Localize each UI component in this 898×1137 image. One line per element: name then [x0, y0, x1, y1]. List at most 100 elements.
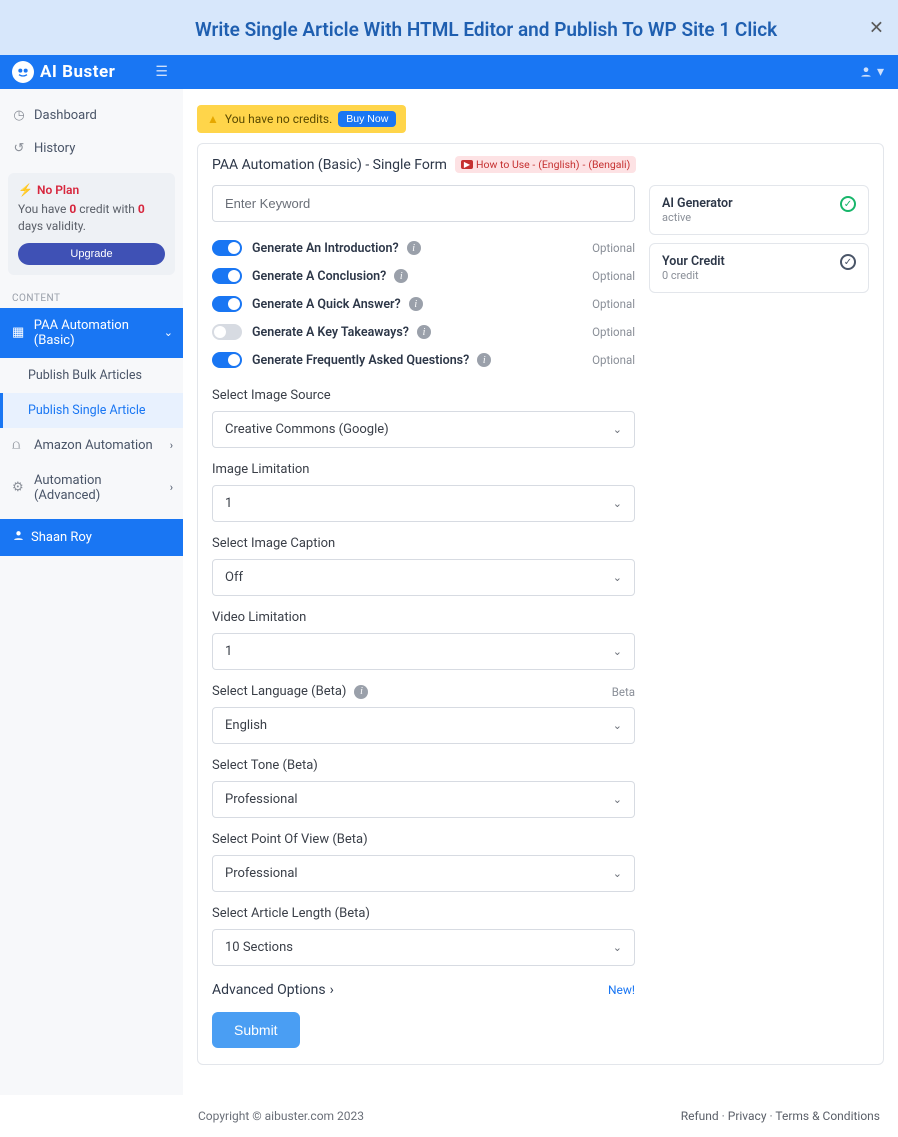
optional-label: Optional: [592, 241, 635, 255]
chevron-down-icon: ⌄: [164, 326, 173, 339]
nav-amazon-automation[interactable]: ⩍ Amazon Automation ›: [0, 428, 183, 463]
select-image-source[interactable]: Creative Commons (Google) ⌄: [212, 411, 635, 448]
sidebar: ◷ Dashboard ↺ History ⚡ No Plan You have…: [0, 89, 183, 1095]
info-icon[interactable]: i: [354, 685, 368, 699]
user-name: Shaan Roy: [31, 530, 92, 545]
submit-button[interactable]: Submit: [212, 1012, 300, 1048]
chevron-right-icon: ›: [170, 481, 173, 494]
footer: Copyright © aibuster.com 2023 Refund · P…: [0, 1095, 898, 1137]
link-refund[interactable]: Refund: [681, 1109, 719, 1123]
caret-down-icon: ▾: [877, 64, 884, 80]
sidebar-item-history[interactable]: ↺ History: [0, 132, 183, 165]
topbar: AI Buster ☰ ▾: [0, 55, 898, 89]
label-image-limit: Image Limitation: [212, 462, 635, 477]
clock-icon: ✓: [840, 254, 856, 270]
gear-icon: ⚙: [12, 480, 26, 495]
info-icon[interactable]: i: [409, 297, 423, 311]
card-title: PAA Automation (Basic) - Single Form: [212, 157, 447, 173]
label-image-source: Select Image Source: [212, 388, 635, 403]
main-content: ▲ You have no credits. Buy Now PAA Autom…: [183, 89, 898, 1095]
nav-paa-automation[interactable]: ▦ PAA Automation (Basic) ⌄: [0, 308, 183, 358]
label-tone: Select Tone (Beta): [212, 758, 635, 773]
label-image-caption: Select Image Caption: [212, 536, 635, 551]
sidebar-item-dashboard[interactable]: ◷ Dashboard: [0, 99, 183, 132]
advanced-options-toggle[interactable]: Advanced Options ›: [212, 982, 334, 998]
form-card: PAA Automation (Basic) - Single Form ▶ H…: [197, 143, 884, 1065]
chevron-down-icon: ⌄: [613, 867, 622, 880]
info-icon[interactable]: i: [394, 269, 408, 283]
info-icon[interactable]: i: [477, 353, 491, 367]
howto-badge[interactable]: ▶ How to Use - (English) - (Bengali): [455, 156, 636, 173]
keyword-input[interactable]: [212, 185, 635, 222]
toggle-conclusion[interactable]: [212, 268, 242, 284]
toggle-label: Generate A Key Takeaways?: [252, 325, 409, 340]
chevron-right-icon: ›: [170, 439, 173, 452]
bolt-icon: ⚡: [18, 183, 33, 197]
chevron-down-icon: ⌄: [613, 497, 622, 510]
select-article-length[interactable]: 10 Sections ⌄: [212, 929, 635, 966]
user-menu[interactable]: ▾: [859, 64, 884, 80]
chevron-down-icon: ⌄: [613, 571, 622, 584]
upgrade-button[interactable]: Upgrade: [18, 243, 165, 265]
amazon-icon: ⩍: [12, 438, 26, 453]
plan-box: ⚡ No Plan You have 0 credit with 0 days …: [8, 173, 175, 275]
status-sub: 0 credit: [662, 269, 725, 282]
sub-publish-bulk[interactable]: Publish Bulk Articles: [0, 358, 183, 393]
credit-alert: ▲ You have no credits. Buy Now: [197, 105, 406, 133]
nav-label: Amazon Automation: [34, 438, 153, 453]
link-terms[interactable]: Terms & Conditions: [775, 1109, 880, 1123]
toggle-intro[interactable]: [212, 240, 242, 256]
sidebar-user[interactable]: Shaan Roy: [0, 519, 183, 556]
status-ai-generator: AI Generator active ✓: [649, 185, 869, 235]
nav-label: Automation (Advanced): [34, 473, 171, 503]
close-icon[interactable]: ✕: [869, 17, 884, 38]
dashboard-icon: ◷: [12, 109, 26, 123]
promo-banner: Write Single Article With HTML Editor an…: [0, 0, 898, 55]
toggle-label: Generate An Introduction?: [252, 241, 399, 256]
banner-title: Write Single Article With HTML Editor an…: [195, 18, 882, 41]
select-image-caption[interactable]: Off ⌄: [212, 559, 635, 596]
sidebar-label: History: [34, 141, 75, 156]
info-icon[interactable]: i: [417, 325, 431, 339]
toggle-quick-answer[interactable]: [212, 296, 242, 312]
chevron-down-icon: ⌄: [613, 423, 622, 436]
select-video-limit[interactable]: 1 ⌄: [212, 633, 635, 670]
card-header: PAA Automation (Basic) - Single Form ▶ H…: [198, 144, 883, 185]
status-sub: active: [662, 211, 733, 224]
copyright: Copyright © aibuster.com 2023: [198, 1109, 364, 1123]
status-title: Your Credit: [662, 254, 725, 269]
select-image-limit[interactable]: 1 ⌄: [212, 485, 635, 522]
plan-text: You have 0 credit with 0 days validity.: [18, 201, 165, 235]
nav-automation-advanced[interactable]: ⚙ Automation (Advanced) ›: [0, 463, 183, 513]
user-icon: [859, 65, 873, 79]
link-privacy[interactable]: Privacy: [728, 1109, 767, 1123]
warning-icon: ▲: [207, 112, 219, 126]
chevron-down-icon: ⌄: [613, 719, 622, 732]
sub-publish-single[interactable]: Publish Single Article: [0, 393, 183, 428]
toggle-label: Generate A Conclusion?: [252, 269, 386, 284]
info-icon[interactable]: i: [407, 241, 421, 255]
toggle-row-intro: Generate An Introduction? i Optional: [212, 234, 635, 262]
buy-now-button[interactable]: Buy Now: [338, 111, 396, 127]
brand-logo-icon: [12, 61, 34, 83]
youtube-icon: ▶: [461, 160, 473, 169]
toggle-label: Generate A Quick Answer?: [252, 297, 401, 312]
section-label: CONTENT: [0, 285, 183, 308]
brand[interactable]: AI Buster: [12, 61, 115, 83]
hamburger-icon[interactable]: ☰: [155, 64, 168, 80]
chevron-right-icon: ›: [330, 982, 334, 998]
brand-text: AI Buster: [40, 62, 115, 82]
select-tone[interactable]: Professional ⌄: [212, 781, 635, 818]
select-pov[interactable]: Professional ⌄: [212, 855, 635, 892]
optional-label: Optional: [592, 269, 635, 283]
optional-label: Optional: [592, 325, 635, 339]
status-credit: Your Credit 0 credit ✓: [649, 243, 869, 293]
chevron-down-icon: ⌄: [613, 793, 622, 806]
label-article-length: Select Article Length (Beta): [212, 906, 635, 921]
toggle-faq[interactable]: [212, 352, 242, 368]
label-video-limit: Video Limitation: [212, 610, 635, 625]
select-language[interactable]: English ⌄: [212, 707, 635, 744]
toggle-takeaways[interactable]: [212, 324, 242, 340]
advanced-options-row: Advanced Options › New!: [212, 982, 635, 998]
toggle-row-conclusion: Generate A Conclusion? i Optional: [212, 262, 635, 290]
